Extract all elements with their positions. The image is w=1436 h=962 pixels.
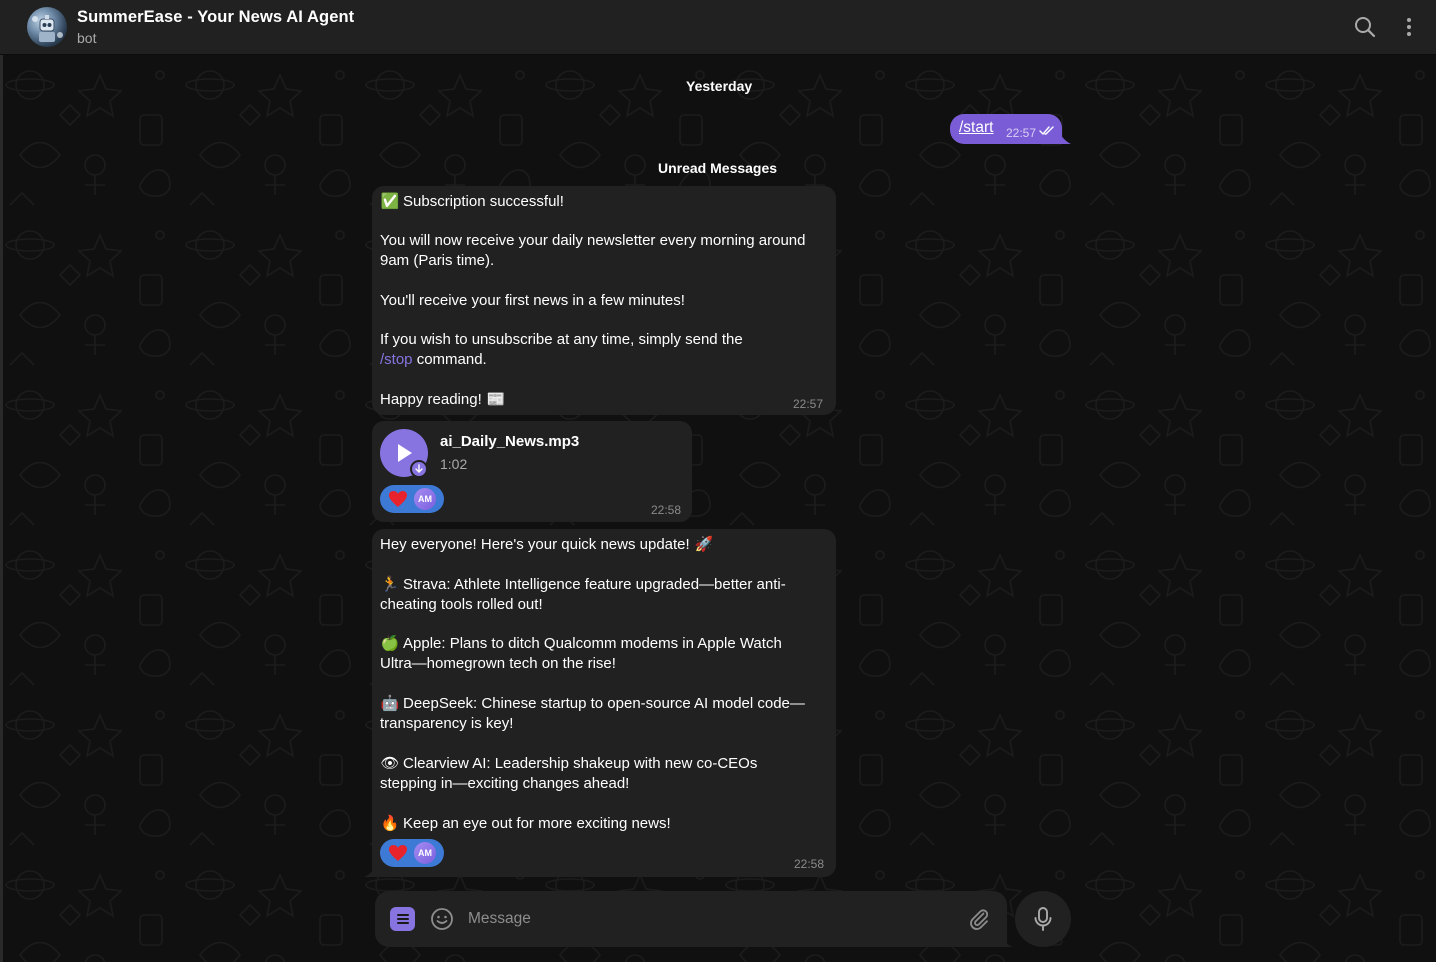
chat-title[interactable]: SummerEase - Your News AI Agent xyxy=(77,8,354,27)
eye-icon: 👁 xyxy=(380,755,400,772)
date-separator: Yesterday xyxy=(686,78,753,94)
robot-icon: 🤖 xyxy=(380,695,400,712)
newspaper-icon: 📰 xyxy=(486,391,506,408)
news-item-deepseek: 🤖 DeepSeek: Chinese startup to open-sourc… xyxy=(380,695,805,712)
heart-icon xyxy=(389,845,407,861)
message-time: 22:57 xyxy=(793,397,824,411)
voice-record-button[interactable] xyxy=(1015,891,1071,947)
paperclip-icon xyxy=(970,909,989,930)
message-time: 22:58 xyxy=(794,857,825,871)
heart-reaction[interactable]: AM xyxy=(380,485,444,513)
reactor-avatar: AM xyxy=(414,842,436,864)
attach-button[interactable] xyxy=(967,907,991,936)
chat-status: bot xyxy=(77,30,97,46)
message-line: 9am (Paris time). xyxy=(380,252,495,269)
chat-header[interactable]: SummerEase - Your News AI Agent bot xyxy=(0,0,1436,55)
runner-icon: 🏃 xyxy=(380,576,400,593)
composer-tail xyxy=(1001,935,1013,947)
bot-avatar[interactable] xyxy=(27,7,67,47)
message-line: cheating tools rolled out! xyxy=(380,596,543,613)
start-command-link[interactable]: /start xyxy=(959,119,993,137)
news-item-apple: 🍏 Apple: Plans to ditch Qualcomm modems i… xyxy=(380,635,782,652)
smiley-icon xyxy=(431,908,453,930)
bot-menu-button[interactable] xyxy=(390,907,415,931)
message-line: Hey everyone! Here's your quick news upd… xyxy=(380,536,714,553)
check-mark-icon: ✅ xyxy=(380,193,400,210)
message-line: 🔥 Keep an eye out for more exciting news! xyxy=(380,815,671,832)
news-item-strava: 🏃 Strava: Athlete Intelligence feature up… xyxy=(380,576,786,593)
robot-avatar-icon xyxy=(32,15,63,42)
emoji-button[interactable] xyxy=(430,907,454,936)
search-icon xyxy=(1355,17,1376,38)
outgoing-message[interactable]: /start 22:57 xyxy=(950,114,1062,144)
search-button[interactable] xyxy=(1349,11,1381,43)
message-line: You'll receive your first news in a few … xyxy=(380,292,685,309)
more-options-button[interactable] xyxy=(1393,11,1425,43)
unread-messages-separator: Unread Messages xyxy=(658,160,778,176)
message-line: Happy reading! 📰 xyxy=(380,391,506,408)
message-line: If you wish to unsubscribe at any time, … xyxy=(380,331,743,348)
heart-icon xyxy=(389,491,407,507)
audio-duration: 1:02 xyxy=(440,456,468,472)
message-input[interactable] xyxy=(466,905,946,933)
green-apple-icon: 🍏 xyxy=(380,635,400,652)
stop-command-link[interactable]: /stop xyxy=(380,351,413,368)
message-line: Ultra—homegrown tech on the rise! xyxy=(380,655,616,672)
telegram-chat-window: SummerEase - Your News AI Agent bot Yest… xyxy=(0,0,1436,962)
menu-lines-icon xyxy=(396,914,409,924)
message-line: stepping in—exciting changes ahead! xyxy=(380,775,630,792)
message-line: ✅ Subscription successful! xyxy=(380,193,564,210)
incoming-bubble-tail xyxy=(364,865,376,877)
message-line: transparency is key! xyxy=(380,715,514,732)
download-arrow-icon xyxy=(415,464,423,473)
download-button[interactable] xyxy=(410,460,428,478)
rocket-icon: 🚀 xyxy=(694,536,714,553)
message-line: /stop command. xyxy=(380,351,487,368)
heart-reaction[interactable]: AM xyxy=(380,839,444,867)
incoming-audio-message[interactable]: ai_Daily_News.mp3 1:02 AM 22:58 xyxy=(372,421,692,522)
more-vertical-icon xyxy=(1407,18,1411,36)
message-time: 22:57 xyxy=(1006,126,1037,140)
incoming-message-subscription[interactable]: ✅ Subscription successful! You will now r… xyxy=(372,186,836,415)
outgoing-bubble-tail xyxy=(1056,126,1071,144)
message-time: 22:58 xyxy=(651,503,682,517)
play-icon xyxy=(398,444,412,462)
microphone-icon xyxy=(1034,907,1052,931)
incoming-message-news-update[interactable]: Hey everyone! Here's your quick news upd… xyxy=(372,529,836,877)
message-composer[interactable] xyxy=(375,891,1007,947)
window-left-edge xyxy=(0,55,3,962)
news-item-clearview: 👁 Clearview AI: Leadership shakeup with n… xyxy=(380,755,758,772)
fire-icon: 🔥 xyxy=(380,815,400,832)
reactor-avatar: AM xyxy=(414,488,436,510)
message-line: You will now receive your daily newslett… xyxy=(380,232,806,249)
audio-file-name: ai_Daily_News.mp3 xyxy=(440,433,580,450)
double-check-icon xyxy=(1039,126,1054,135)
